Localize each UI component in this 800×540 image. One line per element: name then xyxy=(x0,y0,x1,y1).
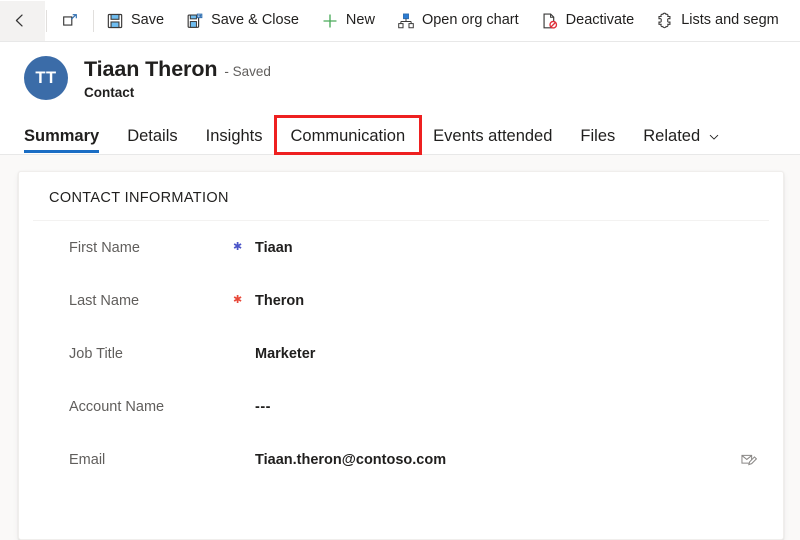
field-row: Job Title Marketer xyxy=(33,327,769,380)
page-title: Tiaan Theron xyxy=(84,56,218,81)
save-and-close-button[interactable]: Save & Close xyxy=(175,1,310,41)
lists-and-segments-button[interactable]: Lists and segm xyxy=(645,1,790,41)
new-button[interactable]: New xyxy=(310,1,386,41)
record-header-text: Tiaan Theron - Saved Contact xyxy=(84,57,271,100)
record-header: TT Tiaan Theron - Saved Contact xyxy=(0,42,800,108)
record-title-line: Tiaan Theron - Saved xyxy=(84,57,271,82)
chevron-down-icon xyxy=(707,130,721,144)
tab-label: Files xyxy=(580,127,616,145)
section-header: CONTACT INFORMATION xyxy=(33,172,769,221)
open-org-chart-label: Open org chart xyxy=(421,12,519,29)
tab-label: Events attended xyxy=(433,127,553,145)
field-row: Account Name --- xyxy=(33,380,769,433)
tab-label: Details xyxy=(127,127,178,145)
contact-information-card: CONTACT INFORMATION First Name ✱ Tiaan L… xyxy=(18,171,784,540)
field-row: Last Name ✱ Theron xyxy=(33,274,769,327)
new-label: New xyxy=(345,12,375,29)
field-label-email: Email xyxy=(69,451,106,468)
compose-email-icon xyxy=(740,451,757,468)
form-area: CONTACT INFORMATION First Name ✱ Tiaan L… xyxy=(0,155,800,540)
save-label: Save xyxy=(131,12,165,29)
plus-icon xyxy=(321,12,339,30)
save-and-close-icon xyxy=(186,12,204,30)
puzzle-piece-icon xyxy=(656,12,674,30)
tab-strip: Summary Details Insights Communication E… xyxy=(0,108,800,155)
field-value-first-name[interactable]: Tiaan xyxy=(255,240,731,256)
tab-events-attended[interactable]: Events attended xyxy=(419,118,566,152)
tab-insights[interactable]: Insights xyxy=(192,118,277,152)
field-label-first-name: First Name xyxy=(69,239,140,256)
field-row: Email Tiaan.theron@contoso.com xyxy=(33,433,769,486)
tab-label: Communication xyxy=(290,127,406,145)
deactivate-label: Deactivate xyxy=(565,12,635,29)
field-row: First Name ✱ Tiaan xyxy=(33,221,769,274)
field-label-last-name: Last Name xyxy=(69,292,140,309)
field-value-last-name[interactable]: Theron xyxy=(255,293,731,309)
tab-summary[interactable]: Summary xyxy=(24,118,113,153)
tab-label: Related xyxy=(643,127,701,145)
save-button[interactable]: Save xyxy=(95,1,175,41)
open-in-new-window-icon xyxy=(61,12,79,30)
command-bar: Save Save & Close New Open org chart Dea… xyxy=(0,0,800,42)
deactivate-icon xyxy=(541,12,559,30)
tab-label: Insights xyxy=(205,127,263,145)
field-label-account-name: Account Name xyxy=(69,398,165,415)
back-arrow-icon xyxy=(13,11,32,30)
field-value-email[interactable]: Tiaan.theron@contoso.com xyxy=(255,452,731,468)
save-and-close-label: Save & Close xyxy=(211,12,299,29)
tab-communication[interactable]: Communication xyxy=(273,115,423,155)
tab-details[interactable]: Details xyxy=(113,118,191,152)
required-marker: ✱ xyxy=(233,294,243,306)
deactivate-button[interactable]: Deactivate xyxy=(530,1,646,41)
compose-email-button[interactable] xyxy=(731,451,765,468)
toolbar-divider xyxy=(93,9,94,32)
field-value-job-title[interactable]: Marketer xyxy=(255,346,731,362)
save-icon xyxy=(106,12,124,30)
org-chart-icon xyxy=(397,12,415,30)
open-org-chart-button[interactable]: Open org chart xyxy=(386,1,530,41)
avatar: TT xyxy=(24,56,68,100)
save-state-text: - Saved xyxy=(224,63,271,79)
recommended-marker: ✱ xyxy=(233,241,243,253)
tab-files[interactable]: Files xyxy=(566,118,629,152)
avatar-initials: TT xyxy=(35,68,57,87)
open-in-new-window-button[interactable] xyxy=(48,1,92,41)
lists-and-segments-label: Lists and segm xyxy=(681,12,779,29)
back-button[interactable] xyxy=(0,0,45,41)
entity-name: Contact xyxy=(84,84,135,100)
field-value-account-name[interactable]: --- xyxy=(255,399,731,415)
tab-label: Summary xyxy=(24,127,100,145)
toolbar-divider xyxy=(46,9,47,32)
tab-related[interactable]: Related xyxy=(629,118,735,152)
field-label-job-title: Job Title xyxy=(69,345,123,362)
